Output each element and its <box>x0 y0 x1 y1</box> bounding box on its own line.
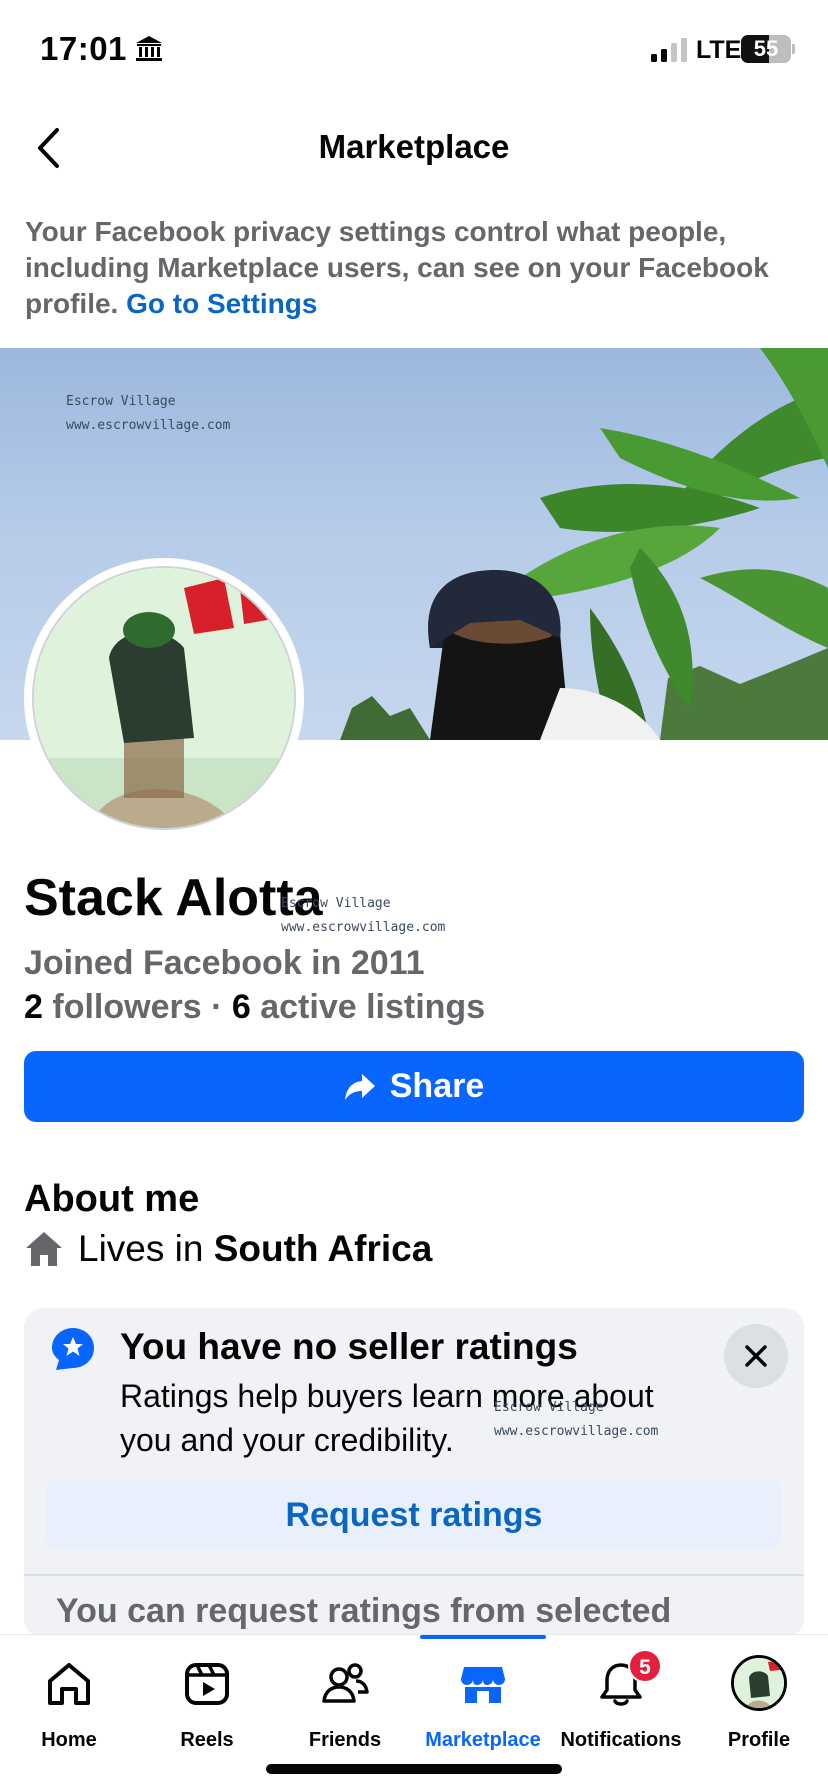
nav-item-marketplace[interactable]: Marketplace <box>414 1649 552 1759</box>
nav-item-home[interactable]: Home <box>0 1649 138 1759</box>
lives-in: Lives in South Africa <box>24 1226 432 1272</box>
share-arrow-icon <box>344 1073 375 1100</box>
active-tab-indicator <box>420 1635 546 1639</box>
ratings-title: You have no seller ratings <box>120 1326 578 1367</box>
battery-level: 55 <box>753 36 779 61</box>
home-indicator[interactable] <box>266 1764 562 1774</box>
nav-label: Friends <box>308 1729 382 1751</box>
profile-stats: 2 followers · 6 active listings <box>24 988 485 1027</box>
nav-item-friends[interactable]: Friends <box>276 1649 414 1759</box>
nav-item-notifications[interactable]: 5 Notifications <box>552 1649 690 1759</box>
nav-item-profile[interactable]: Profile <box>690 1649 828 1759</box>
profile-avatar <box>731 1655 787 1711</box>
reels-icon <box>185 1663 229 1705</box>
watermark: Escrow Village www.escrowvillage.com <box>66 390 230 438</box>
nav-label: Home <box>41 1729 97 1751</box>
listings-label[interactable]: active listings <box>260 988 485 1026</box>
followers-count: 2 <box>24 988 43 1026</box>
about-title: About me <box>24 1178 200 1220</box>
privacy-note: Your Facebook privacy settings control w… <box>25 214 805 322</box>
profile-name: Stack Alotta <box>24 869 323 927</box>
bank-icon <box>134 34 164 64</box>
lives-prefix: Lives in <box>78 1228 204 1269</box>
home-icon <box>48 1663 90 1705</box>
friends-icon <box>322 1663 369 1703</box>
watermark-name: Escrow Village <box>494 1400 604 1415</box>
network-type: LTE <box>696 36 742 64</box>
watermark-url: www.escrowvillage.com <box>494 1424 659 1439</box>
battery-icon: 55 <box>741 35 795 63</box>
watermark: Escrow Village www.escrowvillage.com <box>281 892 445 940</box>
header: Marketplace <box>0 100 828 196</box>
signal-bars-icon <box>651 38 689 62</box>
share-button[interactable]: Share <box>24 1051 804 1122</box>
watermark-name: Escrow Village <box>281 896 391 911</box>
nav-label: Notifications <box>560 1729 682 1751</box>
watermark-name: Escrow Village <box>66 394 176 409</box>
watermark-url: www.escrowvillage.com <box>281 920 446 935</box>
ratings-more-text: You can request ratings from selected <box>56 1592 672 1630</box>
watermark: Escrow Village www.escrowvillage.com <box>494 1396 658 1444</box>
go-to-settings-link[interactable]: Go to Settings <box>126 288 317 319</box>
house-icon <box>26 1232 62 1266</box>
listings-count: 6 <box>231 988 251 1026</box>
marketplace-icon <box>461 1667 505 1703</box>
share-label: Share <box>389 1067 485 1105</box>
request-ratings-button[interactable]: Request ratings <box>46 1480 782 1550</box>
star-badge-icon <box>52 1328 94 1370</box>
nav-label: Profile <box>727 1729 791 1751</box>
close-icon <box>745 1345 767 1367</box>
notification-badge: 5 <box>628 1649 662 1683</box>
watermark-url: www.escrowvillage.com <box>66 418 231 433</box>
seller-ratings-card: You have no seller ratings Ratings help … <box>24 1308 804 1638</box>
status-time: 17:01 <box>40 30 127 67</box>
divider <box>24 1574 804 1576</box>
profile-avatar[interactable] <box>24 558 304 838</box>
joined-date: Joined Facebook in 2011 <box>24 944 425 982</box>
page-title: Marketplace <box>318 128 510 165</box>
nav-label: Marketplace <box>425 1729 541 1751</box>
nav-item-reels[interactable]: Reels <box>138 1649 276 1759</box>
nav-label: Reels <box>180 1729 234 1751</box>
followers-label[interactable]: followers <box>52 988 201 1026</box>
status-bar: 17:01 LTE 55 <box>0 0 828 100</box>
close-button[interactable] <box>724 1324 788 1388</box>
location: South Africa <box>213 1228 433 1269</box>
avatar-image <box>34 568 294 828</box>
stats-separator: · <box>211 988 223 1026</box>
